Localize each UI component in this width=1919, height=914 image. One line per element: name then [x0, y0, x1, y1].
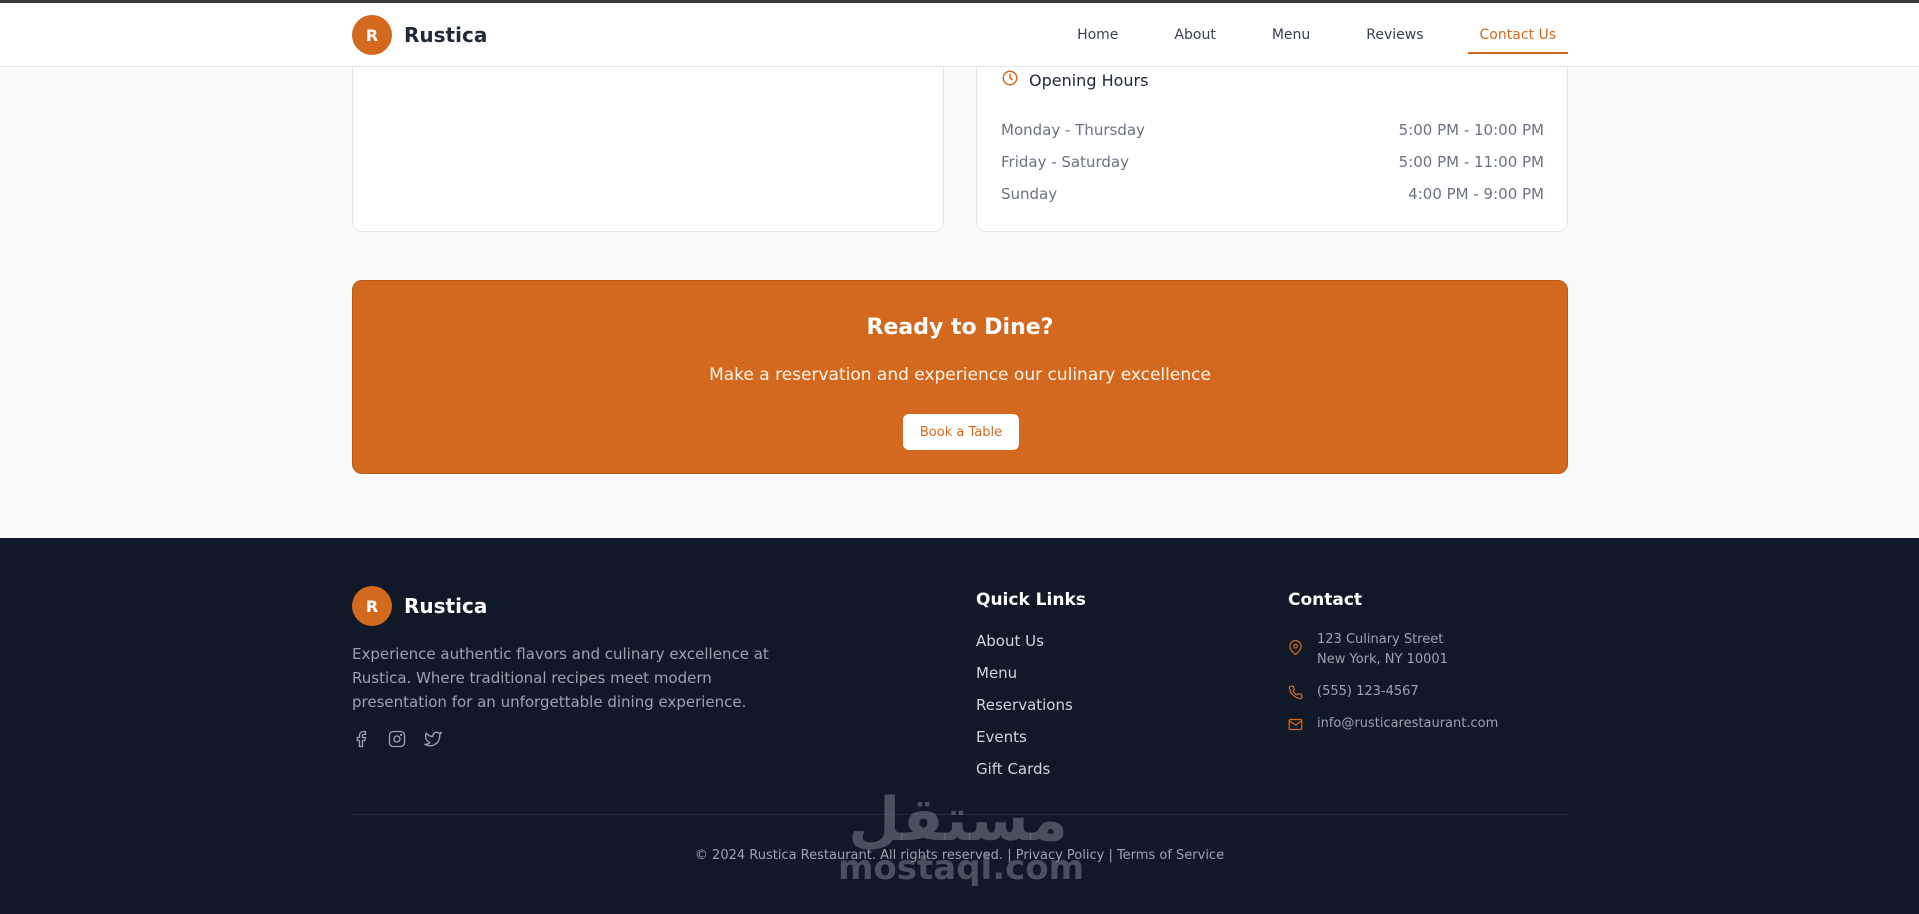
brand-name: Rustica: [404, 23, 488, 47]
facebook-icon[interactable]: [352, 730, 370, 748]
quick-links-title: Quick Links: [976, 590, 1086, 610]
footer-brand-name: Rustica: [404, 594, 488, 618]
nav-home[interactable]: Home: [1077, 3, 1118, 67]
hours-time: 5:00 PM - 10:00 PM: [1398, 121, 1544, 139]
address-line-1: 123 Culinary Street: [1317, 632, 1444, 647]
main-nav: Home About Menu Reviews Contact Us: [1021, 3, 1569, 67]
watermark-latin: mostaql.com: [838, 848, 1085, 888]
social-links: [352, 730, 460, 748]
hours-day: Friday - Saturday: [1001, 153, 1130, 171]
nav-menu[interactable]: Menu: [1272, 3, 1310, 67]
contact-email: info@rusticarestaurant.com: [1288, 714, 1498, 736]
email-address[interactable]: info@rusticarestaurant.com: [1317, 714, 1498, 734]
quick-link-reservations[interactable]: Reservations: [976, 696, 1073, 728]
header-brand[interactable]: R Rustica: [352, 15, 487, 55]
instagram-icon[interactable]: [388, 730, 406, 748]
clock-icon: [1001, 69, 1019, 91]
map-pin-icon: [1288, 640, 1303, 659]
cta-subtitle: Make a reservation and experience our cu…: [709, 365, 1211, 385]
nav-reviews[interactable]: Reviews: [1366, 3, 1423, 67]
hours-time: 4:00 PM - 9:00 PM: [1408, 185, 1544, 203]
phone-icon: [1288, 685, 1303, 704]
hours-row: Friday - Saturday 5:00 PM - 11:00 PM: [1001, 153, 1544, 171]
hours-day: Monday - Thursday: [1001, 121, 1145, 139]
opening-hours-title: Opening Hours: [1029, 70, 1149, 90]
reservation-cta: Ready to Dine? Make a reservation and ex…: [352, 280, 1568, 474]
twitter-icon[interactable]: [424, 730, 442, 748]
cta-title: Ready to Dine?: [866, 315, 1054, 340]
logo-badge: R: [352, 15, 392, 55]
address-line-2: New York, NY 10001: [1317, 652, 1448, 667]
footer-logo-badge: R: [352, 586, 392, 626]
contact-title: Contact: [1288, 590, 1363, 610]
hours-time: 5:00 PM - 11:00 PM: [1398, 153, 1544, 171]
site-header: R Rustica Home About Menu Reviews Contac…: [0, 3, 1919, 67]
footer-description: Experience authentic flavors and culinar…: [352, 645, 769, 711]
hours-day: Sunday: [1001, 185, 1058, 203]
nav-contact-us[interactable]: Contact Us: [1467, 3, 1569, 67]
phone-number[interactable]: (555) 123-4567: [1317, 682, 1419, 702]
nav-about[interactable]: About: [1174, 3, 1215, 67]
quick-link-events[interactable]: Events: [976, 728, 1073, 760]
watermark-arabic: مستقل: [848, 785, 1068, 855]
hours-row: Sunday 4:00 PM - 9:00 PM: [1001, 185, 1544, 203]
contact-address: 123 Culinary Street New York, NY 10001: [1288, 630, 1448, 670]
quick-links-list: About Us Menu Reservations Events Gift C…: [976, 632, 1073, 792]
contact-phone: (555) 123-4567: [1288, 682, 1419, 704]
mostaql-watermark: مستقل mostaql.com: [838, 785, 1085, 900]
hours-row: Monday - Thursday 5:00 PM - 10:00 PM: [1001, 121, 1544, 139]
opening-hours-heading: Opening Hours: [1001, 69, 1148, 91]
quick-link-menu[interactable]: Menu: [976, 664, 1073, 696]
footer-brand[interactable]: R Rustica: [352, 586, 487, 626]
mail-icon: [1288, 717, 1303, 736]
book-table-button[interactable]: Book a Table: [903, 414, 1019, 450]
quick-link-about-us[interactable]: About Us: [976, 632, 1073, 664]
